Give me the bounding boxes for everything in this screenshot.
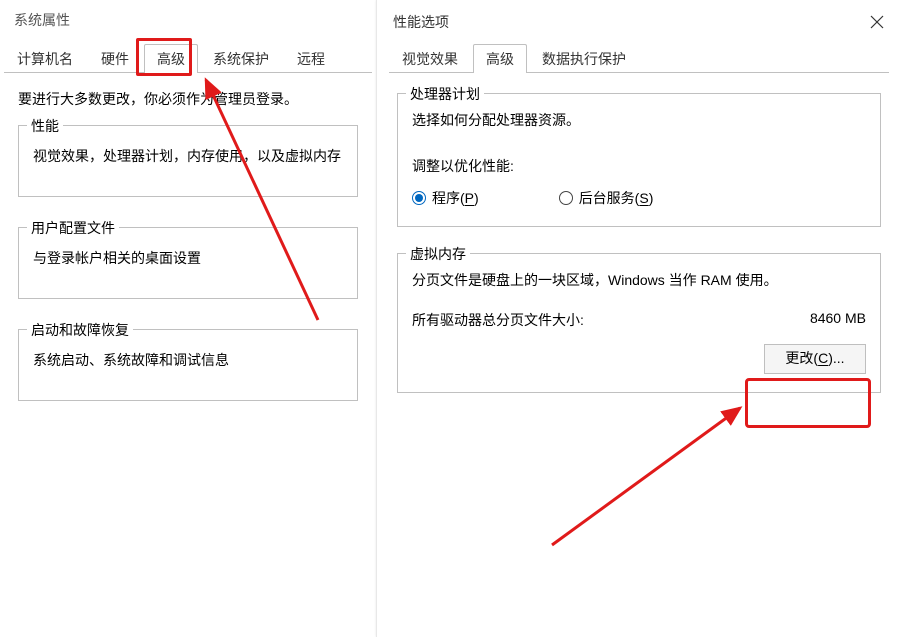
system-properties-title: 系统属性 [0,0,376,40]
performance-options-tabs: 视觉效果 高级 数据执行保护 [389,44,889,73]
user-profiles-groupbox: 用户配置文件 与登录帐户相关的桌面设置 [18,227,358,299]
vm-change-row: 更改(C)... [412,344,866,374]
close-button[interactable] [863,8,891,36]
radio-programs[interactable]: 程序(P) [412,188,479,208]
performance-groupbox: 性能 视觉效果，处理器计划，内存使用，以及虚拟内存 [18,125,358,197]
tab-hardware[interactable]: 硬件 [88,44,142,73]
tab-computer-name[interactable]: 计算机名 [4,44,86,73]
virtual-memory-groupbox: 虚拟内存 分页文件是硬盘上的一块区域，Windows 当作 RAM 使用。 所有… [397,253,881,393]
adjust-label: 调整以优化性能: [412,156,866,176]
tab-dep[interactable]: 数据执行保护 [529,44,639,73]
startup-recovery-legend: 启动和故障恢复 [27,320,133,340]
user-profiles-legend: 用户配置文件 [27,218,119,238]
virtual-memory-total-row: 所有驱动器总分页文件大小: 8460 MB [412,310,866,330]
startup-recovery-groupbox: 启动和故障恢复 系统启动、系统故障和调试信息 [18,329,358,401]
user-profiles-desc: 与登录帐户相关的桌面设置 [33,248,343,268]
performance-options-window: 性能选项 视觉效果 高级 数据执行保护 处理器计划 选择如何分配处理器资源。 调… [376,0,901,637]
performance-legend: 性能 [27,116,63,136]
tab-system-protection[interactable]: 系统保护 [200,44,282,73]
performance-options-title: 性能选项 [393,12,449,32]
system-properties-window: 系统属性 计算机名 硬件 高级 系统保护 远程 要进行大多数更改，你必须作为管理… [0,0,376,637]
radio-background-services[interactable]: 后台服务(S) [559,188,654,208]
system-properties-body: 要进行大多数更改，你必须作为管理员登录。 性能 视觉效果，处理器计划，内存使用，… [0,73,376,439]
radio-programs-dot [412,191,426,205]
tab-remote[interactable]: 远程 [284,44,338,73]
performance-options-titlebar: 性能选项 [377,0,901,44]
system-properties-tabs: 计算机名 硬件 高级 系统保护 远程 [4,44,372,73]
radio-services-label: 后台服务(S) [579,188,654,208]
processor-scheduling-legend: 处理器计划 [406,84,484,104]
close-icon [870,15,884,29]
tab-visual-effects[interactable]: 视觉效果 [389,44,471,73]
virtual-memory-legend: 虚拟内存 [406,244,470,264]
performance-desc: 视觉效果，处理器计划，内存使用，以及虚拟内存 [33,146,343,166]
processor-scheduling-groupbox: 处理器计划 选择如何分配处理器资源。 调整以优化性能: 程序(P) 后台服务(S… [397,93,881,227]
virtual-memory-desc: 分页文件是硬盘上的一块区域，Windows 当作 RAM 使用。 [412,270,866,290]
vm-total-value: 8460 MB [810,310,866,330]
processor-scheduling-desc: 选择如何分配处理器资源。 [412,110,866,130]
startup-recovery-desc: 系统启动、系统故障和调试信息 [33,350,343,370]
tab-advanced[interactable]: 高级 [144,44,198,73]
performance-options-body: 处理器计划 选择如何分配处理器资源。 调整以优化性能: 程序(P) 后台服务(S… [377,93,901,393]
change-button[interactable]: 更改(C)... [764,344,866,374]
scheduling-radios: 程序(P) 后台服务(S) [412,188,866,208]
radio-programs-label: 程序(P) [432,188,479,208]
tab-perf-advanced[interactable]: 高级 [473,44,527,73]
vm-total-label: 所有驱动器总分页文件大小: [412,310,584,330]
admin-note: 要进行大多数更改，你必须作为管理员登录。 [18,89,358,109]
radio-services-dot [559,191,573,205]
